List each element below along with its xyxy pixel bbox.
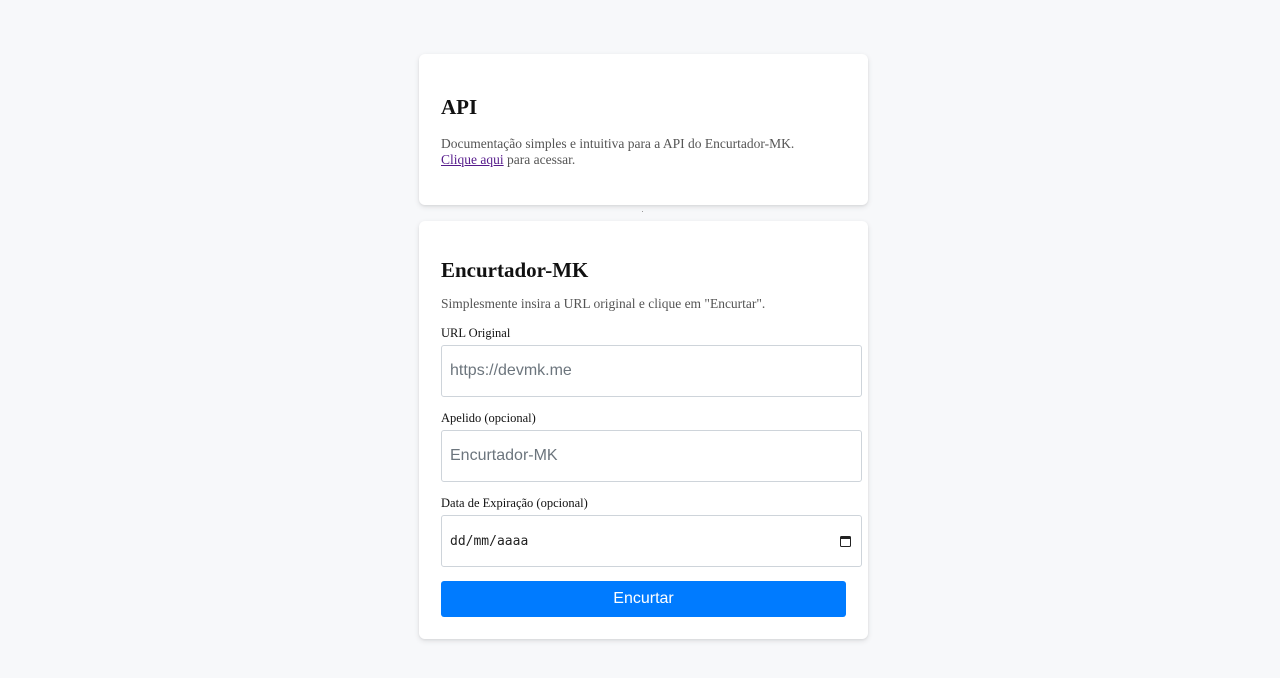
api-description-text: Documentação simples e intuitiva para a … [441,136,795,151]
api-description-suffix: para acessar. [503,152,576,167]
form-title: Encurtador-MK [441,258,589,282]
expiration-label: Data de Expiração (opcional) [441,496,588,510]
alias-input[interactable] [441,430,862,482]
api-docs-link[interactable]: Clique aqui [441,152,504,167]
date-placeholder: dd/mm/aaaa [450,533,529,549]
api-card: API Documentação simples e intuitiva par… [419,54,868,205]
shorten-button[interactable]: Encurtar [441,581,846,617]
expiration-date-input[interactable]: dd/mm/aaaa [441,515,862,567]
calendar-icon[interactable] [840,535,851,547]
shortener-form-card: Encurtador-MK Simplesmente insira a URL … [419,221,868,639]
url-label: URL Original [441,326,511,340]
url-input[interactable] [441,345,862,397]
form-description: Simplesmente insira a URL original e cli… [441,296,766,311]
alias-label: Apelido (opcional) [441,411,536,425]
api-description: Documentação simples e intuitiva para a … [441,136,841,168]
api-title: API [441,95,478,119]
separator-dot [642,211,643,212]
